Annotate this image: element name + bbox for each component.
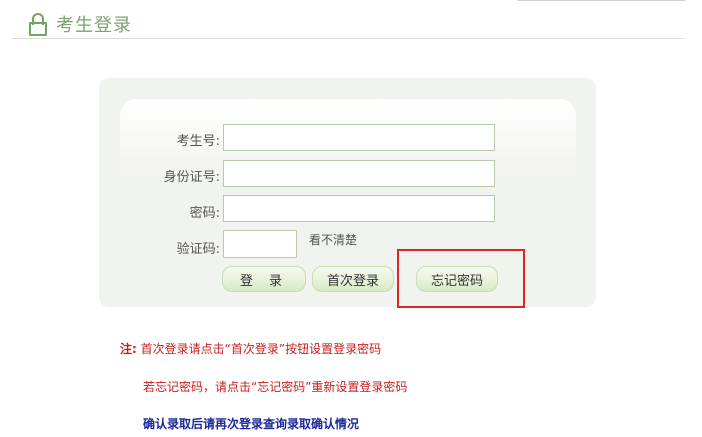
header-divider <box>12 38 685 39</box>
id-number-label: 身份证号: <box>163 170 220 185</box>
note-forgot-password: 若忘记密码，请点击“忘记密码”重新设置登录密码 <box>143 380 408 394</box>
exam-number-input[interactable] <box>223 124 495 151</box>
id-number-input[interactable] <box>223 160 495 187</box>
note-first-login: 注: 首次登录请点击“首次登录”按钮设置登录密码 <box>120 340 381 357</box>
login-button[interactable]: 登 录 <box>222 266 306 292</box>
exam-number-label: 考生号: <box>176 134 220 149</box>
note-confirm-admission: 确认录取后请再次登录查询录取确认情况 <box>143 417 360 431</box>
page-header: 考生登录 <box>28 10 132 38</box>
captcha-refresh-link[interactable]: 看不清楚 <box>309 231 357 248</box>
first-login-button[interactable]: 首次登录 <box>312 266 394 292</box>
password-input[interactable] <box>223 195 495 222</box>
note-line1: 首次登录请点击“首次登录”按钮设置登录密码 <box>140 342 382 356</box>
page-title: 考生登录 <box>56 15 132 36</box>
forgot-password-highlight-box <box>397 249 525 308</box>
captcha-input[interactable] <box>223 230 297 258</box>
top-divider <box>518 0 685 1</box>
captcha-label: 验证码: <box>176 242 220 257</box>
lock-icon <box>28 13 47 36</box>
note-prefix: 注: <box>120 342 137 356</box>
password-label: 密码: <box>189 206 220 221</box>
